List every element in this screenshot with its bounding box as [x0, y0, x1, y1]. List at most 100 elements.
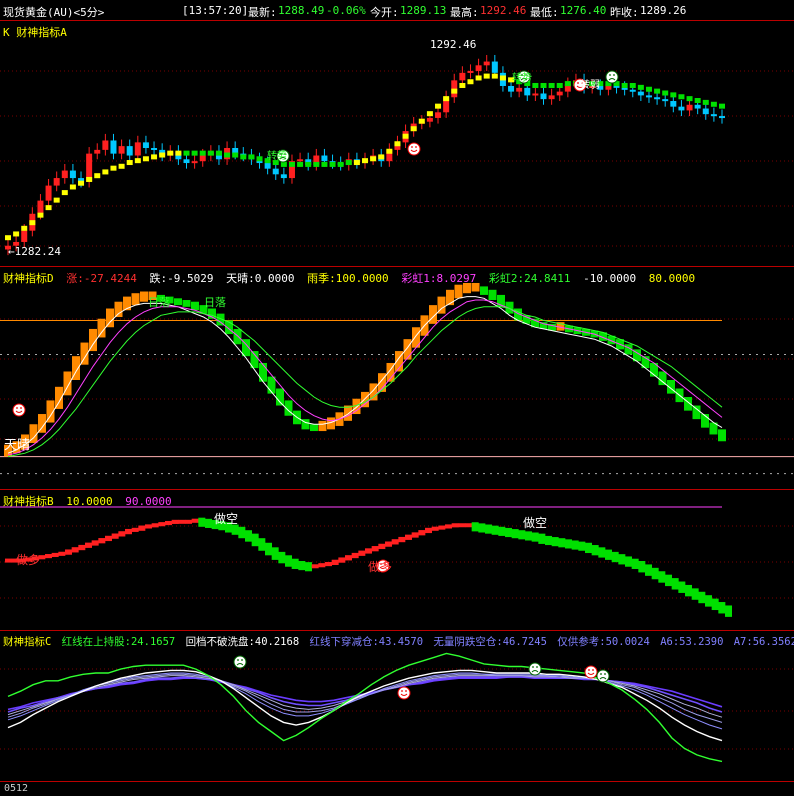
- b-bar-71: [478, 523, 486, 533]
- candle-body-33: [272, 168, 279, 175]
- pane-c-header: 财神指标C 红线在上持股:24.1657 回档不破洗盘:40.2168 红线下穿…: [3, 634, 794, 649]
- candlestick-chart[interactable]: [0, 21, 794, 266]
- d-bar-20: [174, 298, 182, 306]
- long-label-2: 做多: [368, 560, 393, 574]
- sunny-face: [12, 403, 26, 417]
- low-label: 最低:: [530, 6, 559, 19]
- b-bar-89: [598, 547, 606, 558]
- open-label: 今开:: [370, 6, 399, 19]
- b-bar-74: [498, 526, 506, 536]
- indicator-d-chart[interactable]: [0, 267, 794, 489]
- b-bar-99: [665, 574, 672, 587]
- pane-c[interactable]: 财神指标C 红线在上持股:24.1657 回档不破洗盘:40.2168 红线下穿…: [0, 631, 794, 781]
- trail-mark-37: [305, 161, 312, 167]
- c-face-2: [397, 686, 411, 700]
- trail-mark-68: [556, 82, 563, 88]
- trail-mark-12: [102, 169, 109, 175]
- trail-mark-22: [183, 150, 190, 156]
- trail-mark-61: [499, 75, 506, 81]
- pane-d-param-4: 彩虹1:8.0297: [401, 272, 477, 285]
- trail-mark-14: [118, 163, 125, 169]
- signal-face-2: [407, 142, 421, 156]
- b-bar-95: [638, 561, 646, 573]
- b-bar-51: [345, 555, 352, 561]
- trail-mark-36: [297, 161, 304, 167]
- b-bar-26: [178, 519, 186, 524]
- candle-body-56: [459, 72, 466, 81]
- trail-mark-10: [86, 176, 93, 182]
- signal-label-1: 转势: [267, 151, 287, 162]
- sunny-label: 天晴: [4, 438, 31, 453]
- b-bar-65: [438, 525, 446, 530]
- b-bar-36: [245, 530, 252, 542]
- pane-b-param-0: 10.0000: [66, 495, 113, 508]
- b-bar-12: [85, 542, 92, 548]
- c-face-5: [596, 669, 610, 683]
- trail-mark-31: [256, 156, 263, 162]
- trail-mark-42: [345, 160, 352, 166]
- trail-mark-16: [134, 158, 141, 164]
- pane-d[interactable]: 财神指标D 涨:-27.4244 跌:-9.5029 天晴:0.0000 雨季:…: [0, 267, 794, 490]
- pane-a[interactable]: K 财神指标A 1292.46 ←1282.24 转势 转势 转弱: [0, 21, 794, 267]
- c-face-4: [584, 665, 598, 679]
- pane-d-param-5: 彩虹2:24.8411: [488, 272, 571, 285]
- high-label: 最高:: [450, 6, 479, 19]
- indicator-b-chart[interactable]: [0, 490, 794, 630]
- signal-face-5: [605, 70, 619, 84]
- b-bar-7: [51, 552, 59, 558]
- candle-body-7: [61, 170, 68, 179]
- b-bar-60: [405, 534, 412, 540]
- b-bar-103: [691, 588, 699, 600]
- trail-mark-6: [53, 197, 60, 203]
- candle-body-8: [69, 170, 76, 179]
- b-bar-85: [571, 540, 579, 550]
- pane-d-param-3: 雨季:100.0000: [307, 272, 389, 285]
- trail-mark-67: [548, 82, 555, 88]
- quote-header: 现货黄金(AU)<5分> [13:57:20] 最新: 1288.49 -0.0…: [0, 0, 794, 21]
- prev-close-label: 昨收:: [610, 6, 639, 19]
- candle-body-23: [191, 161, 198, 164]
- pane-a-title: K 财神指标A: [3, 26, 67, 39]
- pane-d-param-2: 天晴:0.0000: [226, 272, 295, 285]
- b-bar-13: [91, 540, 99, 546]
- pane-b[interactable]: 财神指标B 10.0000 90.0000 做多 做多 做空 做空: [0, 490, 794, 631]
- instrument-name[interactable]: 现货黄金(AU)<5分>: [3, 4, 104, 20]
- candle-body-36: [297, 159, 304, 162]
- trail-mark-85: [694, 98, 701, 104]
- d-bar-31: [267, 376, 276, 394]
- trail-mark-84: [686, 96, 693, 102]
- trail-mark-65: [532, 82, 539, 88]
- trail-mark-58: [475, 75, 482, 81]
- bottom-code: 0512: [4, 783, 29, 794]
- b-bar-44: [298, 561, 306, 571]
- b-bar-53: [358, 550, 366, 556]
- trail-mark-1: [13, 231, 20, 237]
- trail-mark-39: [321, 161, 328, 167]
- trail-mark-48: [394, 141, 401, 147]
- b-bar-72: [485, 524, 492, 534]
- trail-mark-2: [21, 225, 28, 231]
- candle-body-84: [686, 104, 693, 111]
- b-bar-24: [165, 520, 172, 526]
- b-bar-55: [371, 546, 379, 552]
- b-bar-106: [711, 598, 719, 611]
- candle-body-53: [435, 112, 442, 118]
- b-bar-56: [378, 543, 386, 550]
- b-bar-45: [305, 562, 312, 572]
- b-bar-42: [285, 555, 292, 567]
- b-bar-0: [5, 558, 12, 563]
- trail-mark-34: [280, 161, 287, 167]
- pane-c-param-5: A6:53.2390: [660, 636, 724, 648]
- b-bar-17: [118, 531, 126, 537]
- pane-d-header: 财神指标D 涨:-27.4244 跌:-9.5029 天晴:0.0000 雨季:…: [3, 270, 701, 286]
- indicator-c-chart[interactable]: [0, 631, 794, 781]
- b-bar-102: [685, 584, 692, 597]
- candle-body-78: [637, 91, 644, 96]
- change-percent: -0.06%: [326, 4, 366, 17]
- trail-mark-44: [362, 158, 368, 164]
- trail-mark-53: [435, 103, 442, 109]
- candle-body-64: [524, 87, 531, 96]
- trail-mark-60: [491, 73, 498, 79]
- b-bar-82: [551, 537, 559, 547]
- trail-mark-7: [61, 190, 68, 196]
